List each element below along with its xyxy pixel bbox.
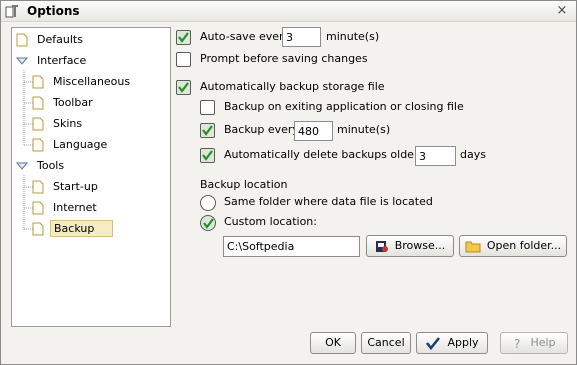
browse-label: Browse... bbox=[394, 239, 446, 252]
tree-item-label: Internet bbox=[53, 201, 97, 214]
page-icon bbox=[32, 201, 44, 215]
tree-item-skins[interactable]: Skins bbox=[32, 115, 85, 133]
svg-text:?: ? bbox=[514, 337, 520, 349]
checkmark-icon bbox=[178, 82, 189, 93]
cancel-button[interactable]: Cancel bbox=[361, 332, 411, 354]
checkmark-icon bbox=[202, 150, 213, 161]
autosave-unit-label: minute(s) bbox=[326, 30, 380, 43]
tree-item-language[interactable]: Language bbox=[32, 136, 110, 154]
help-button[interactable]: ? Help bbox=[500, 332, 568, 354]
same-folder-label: Same folder where data file is located bbox=[224, 195, 433, 208]
page-icon bbox=[32, 180, 44, 194]
checkmark-icon bbox=[426, 337, 441, 350]
page-icon bbox=[32, 222, 44, 236]
help-question-icon: ? bbox=[514, 337, 520, 349]
autosave-minutes-input[interactable] bbox=[282, 27, 321, 47]
auto-delete-label: Automatically delete backups older then bbox=[224, 148, 447, 161]
collapse-arrow-icon bbox=[16, 57, 28, 65]
custom-location-path-input[interactable] bbox=[223, 236, 360, 257]
tree-item-tools[interactable]: Tools bbox=[16, 157, 67, 175]
browse-icon bbox=[375, 241, 388, 252]
open-folder-label: Open folder... bbox=[486, 239, 562, 252]
tree-item-interface[interactable]: Interface bbox=[16, 52, 89, 70]
checkmark-icon bbox=[202, 125, 213, 136]
page-icon bbox=[16, 33, 28, 47]
collapse-arrow-icon bbox=[16, 162, 28, 170]
same-folder-radio[interactable] bbox=[200, 195, 216, 211]
cancel-label: Cancel bbox=[367, 336, 405, 349]
options-dialog: Options × Defaults Interface Miscellaneo… bbox=[0, 0, 577, 365]
backup-on-exit-checkbox[interactable] bbox=[200, 100, 215, 115]
autosave-checkbox[interactable] bbox=[176, 30, 191, 45]
auto-delete-unit-label: days bbox=[460, 148, 486, 161]
autosave-label: Auto-save every bbox=[200, 30, 291, 43]
backup-every-unit-label: minute(s) bbox=[337, 123, 391, 136]
auto-backup-label: Automatically backup storage file bbox=[200, 80, 385, 93]
tree-item-label: Backup bbox=[50, 220, 114, 237]
prompt-before-saving-label: Prompt before saving changes bbox=[200, 52, 368, 65]
page-icon bbox=[32, 96, 44, 110]
open-folder-button[interactable]: Open folder... bbox=[459, 235, 567, 257]
backup-every-checkbox[interactable] bbox=[200, 123, 215, 138]
prompt-before-saving-checkbox[interactable] bbox=[176, 52, 191, 67]
tree-item-label: Defaults bbox=[37, 33, 83, 46]
browse-button[interactable]: Browse... bbox=[366, 235, 454, 257]
close-icon: × bbox=[556, 3, 568, 18]
title-bar[interactable]: Options × bbox=[1, 1, 576, 22]
page-icon bbox=[32, 138, 44, 152]
backup-on-exit-label: Backup on exiting application or closing… bbox=[224, 100, 464, 113]
tree-item-label: Language bbox=[53, 138, 108, 151]
checkmark-icon bbox=[178, 32, 189, 43]
tree-item-internet[interactable]: Internet bbox=[32, 199, 100, 217]
auto-delete-days-input[interactable] bbox=[415, 146, 456, 166]
tree-item-toolbar[interactable]: Toolbar bbox=[32, 94, 96, 112]
auto-delete-checkbox[interactable] bbox=[200, 148, 215, 163]
close-button[interactable]: × bbox=[554, 3, 570, 19]
help-label: Help bbox=[530, 336, 556, 349]
tree-item-label: Miscellaneous bbox=[53, 75, 131, 88]
checkmark-icon bbox=[203, 218, 214, 229]
page-icon bbox=[32, 117, 44, 131]
apply-label: Apply bbox=[447, 336, 479, 349]
window-title: Options bbox=[27, 4, 80, 18]
tree-item-label: Toolbar bbox=[53, 96, 93, 109]
tree-item-label: Tools bbox=[37, 159, 65, 172]
tree-item-backup[interactable]: Backup bbox=[32, 220, 114, 238]
page-icon bbox=[32, 75, 44, 89]
folder-icon bbox=[465, 241, 481, 253]
auto-backup-checkbox[interactable] bbox=[176, 80, 191, 95]
custom-location-radio[interactable] bbox=[200, 215, 216, 231]
tree-item-defaults[interactable]: Defaults bbox=[16, 31, 86, 49]
ok-label: OK bbox=[325, 336, 341, 349]
tree-item-miscellaneous[interactable]: Miscellaneous bbox=[32, 73, 133, 91]
tree-item-label: Skins bbox=[53, 117, 83, 130]
backup-location-heading: Backup location bbox=[200, 178, 288, 191]
apply-button[interactable]: Apply bbox=[416, 332, 488, 354]
tree-item-label: Start-up bbox=[53, 180, 98, 193]
custom-location-label: Custom location: bbox=[224, 215, 317, 228]
options-app-icon bbox=[5, 5, 18, 18]
backup-every-minutes-input[interactable] bbox=[294, 121, 333, 141]
backup-every-label: Backup every bbox=[224, 123, 299, 136]
tree-item-start-up[interactable]: Start-up bbox=[32, 178, 101, 196]
options-category-tree[interactable]: Defaults Interface Miscellaneous Toolbar… bbox=[11, 27, 171, 327]
tree-item-label: Interface bbox=[37, 54, 87, 67]
ok-button[interactable]: OK bbox=[310, 332, 356, 354]
